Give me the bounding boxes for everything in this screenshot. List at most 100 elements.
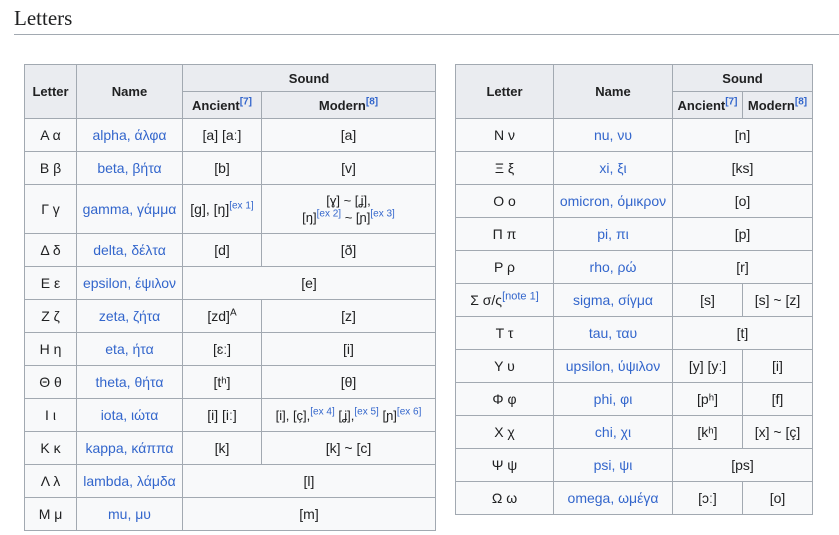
name-link[interactable]: nu, νυ	[553, 118, 673, 152]
ancient-cell: [pʰ]	[672, 382, 743, 416]
table-row: Β β beta, βήτα [b] [v]	[24, 151, 436, 185]
table-row: Σ σ/ς[note 1] sigma, σίγμα [s] [s] ~ [z]	[455, 283, 813, 317]
heading-divider	[14, 34, 839, 35]
table-row: Ρ ρ rho, ρώ [r]	[455, 250, 813, 284]
ref-link[interactable]: [ex 5]	[354, 406, 378, 417]
letter-cell: Μ μ	[24, 497, 77, 531]
letter-cell: Ζ ζ	[24, 299, 77, 333]
name-link[interactable]: iota, ιώτα	[76, 398, 183, 432]
table-row: Κ κ kappa, κάππα [k] [k] ~ [c]	[24, 431, 436, 465]
ref-link[interactable]: [ex 6]	[397, 406, 421, 417]
header-modern: Modern[8]	[742, 91, 813, 119]
sound-cell: [e]	[182, 266, 436, 300]
header-letter: Letter	[24, 64, 77, 119]
name-link[interactable]: sigma, σίγμα	[553, 283, 673, 317]
ref-link[interactable]: [ex 1]	[229, 200, 253, 211]
name-link[interactable]: phi, φι	[553, 382, 673, 416]
modern-cell: [x] ~ [ç]	[742, 415, 813, 449]
name-link[interactable]: rho, ρώ	[553, 250, 673, 284]
header-name: Name	[76, 64, 183, 119]
modern-cell: [k] ~ [c]	[261, 431, 436, 465]
ancient-cell: [b]	[182, 151, 262, 185]
ref-link[interactable]: [ex 2]	[317, 209, 341, 220]
name-link[interactable]: psi, ψι	[553, 448, 673, 482]
ref-link[interactable]: [7]	[725, 96, 737, 107]
name-link[interactable]: zeta, ζήτα	[76, 299, 183, 333]
ancient-cell: [ɡ], [ŋ][ex 1]	[182, 184, 262, 234]
ref-link[interactable]: [7]	[240, 96, 252, 107]
letter-cell: Ν ν	[455, 118, 554, 152]
ref-link[interactable]: [note 1]	[502, 290, 539, 302]
table-row: Μ μ mu, μυ [m]	[24, 497, 436, 531]
table-row: Τ τ tau, ταυ [t]	[455, 316, 813, 350]
ancient-cell: [a] [aː]	[182, 118, 262, 152]
table-row: Λ λ lambda, λάμδα [l]	[24, 464, 436, 498]
modern-cell: [z]	[261, 299, 436, 333]
ancient-cell: [zd]A	[182, 299, 262, 333]
sound-cell: [l]	[182, 464, 436, 498]
table-row: Ω ω omega, ωμέγα [ɔː] [o]	[455, 481, 813, 515]
sound-cell: [t]	[672, 316, 813, 350]
letter-cell: Δ δ	[24, 233, 77, 267]
name-link[interactable]: upsilon, ύψιλον	[553, 349, 673, 383]
name-link[interactable]: xi, ξι	[553, 151, 673, 185]
letter-cell: Β β	[24, 151, 77, 185]
letters-table-right: Letter Name Sound Ancient[7] Modern[8] Ν…	[455, 64, 813, 515]
ancient-cell: [ɔː]	[672, 481, 743, 515]
letter-cell: Τ τ	[455, 316, 554, 350]
letter-cell: Ο ο	[455, 184, 554, 218]
modern-cell: [θ]	[261, 365, 436, 399]
modern-cell: [ð]	[261, 233, 436, 267]
ancient-cell: [d]	[182, 233, 262, 267]
name-link[interactable]: kappa, κάππα	[76, 431, 183, 465]
table-row: Ι ι iota, ιώτα [i] [iː] [i], [ç],[ex 4] …	[24, 398, 436, 432]
letter-cell: Ψ ψ	[455, 448, 554, 482]
letter-cell: Γ γ	[24, 184, 77, 234]
letter-cell: Κ κ	[24, 431, 77, 465]
sound-cell: [o]	[672, 184, 813, 218]
letter-cell: Φ φ	[455, 382, 554, 416]
header-modern: Modern[8]	[261, 91, 436, 119]
header-letter: Letter	[455, 64, 554, 119]
ancient-cell: [k]	[182, 431, 262, 465]
ancient-cell: [tʰ]	[182, 365, 262, 399]
name-link[interactable]: delta, δέλτα	[76, 233, 183, 267]
name-link[interactable]: theta, θήτα	[76, 365, 183, 399]
name-link[interactable]: alpha, άλφα	[76, 118, 183, 152]
name-link[interactable]: tau, ταυ	[553, 316, 673, 350]
letter-cell: Ι ι	[24, 398, 77, 432]
sound-cell: [p]	[672, 217, 813, 251]
letter-cell: Λ λ	[24, 464, 77, 498]
table-row: Υ υ upsilon, ύψιλον [y] [yː] [i]	[455, 349, 813, 383]
header-ancient: Ancient[7]	[182, 91, 262, 119]
name-link[interactable]: omicron, όμικρον	[553, 184, 673, 218]
ref-link[interactable]: [8]	[795, 96, 807, 107]
name-link[interactable]: beta, βήτα	[76, 151, 183, 185]
letter-cell: Ε ε	[24, 266, 77, 300]
ref-link[interactable]: A	[230, 307, 237, 318]
name-link[interactable]: chi, χι	[553, 415, 673, 449]
name-link[interactable]: omega, ωμέγα	[553, 481, 673, 515]
name-link[interactable]: eta, ήτα	[76, 332, 183, 366]
table-row: Ξ ξ xi, ξι [ks]	[455, 151, 813, 185]
ref-link[interactable]: [ex 4]	[310, 406, 334, 417]
table-row: Ζ ζ zeta, ζήτα [zd]A [z]	[24, 299, 436, 333]
name-link[interactable]: mu, μυ	[76, 497, 183, 531]
name-link[interactable]: lambda, λάμδα	[76, 464, 183, 498]
ancient-cell: [y] [yː]	[672, 349, 743, 383]
table-row: Ψ ψ psi, ψι [ps]	[455, 448, 813, 482]
sound-cell: [m]	[182, 497, 436, 531]
ref-link[interactable]: [8]	[366, 96, 378, 107]
letter-cell: Α α	[24, 118, 77, 152]
ref-link[interactable]: [ex 3]	[370, 209, 394, 220]
letter-cell: Θ θ	[24, 365, 77, 399]
letter-cell: Η η	[24, 332, 77, 366]
name-link[interactable]: pi, πι	[553, 217, 673, 251]
name-link[interactable]: gamma, γάμμα	[76, 184, 183, 234]
modern-cell: [i]	[261, 332, 436, 366]
table-row: Ο ο omicron, όμικρον [o]	[455, 184, 813, 218]
modern-cell: [a]	[261, 118, 436, 152]
letter-cell: Χ χ	[455, 415, 554, 449]
name-link[interactable]: epsilon, έψιλον	[76, 266, 183, 300]
modern-cell: [ɣ] ~ [ʝ], [ŋ][ex 2] ~ [ɲ][ex 3]	[261, 184, 436, 234]
